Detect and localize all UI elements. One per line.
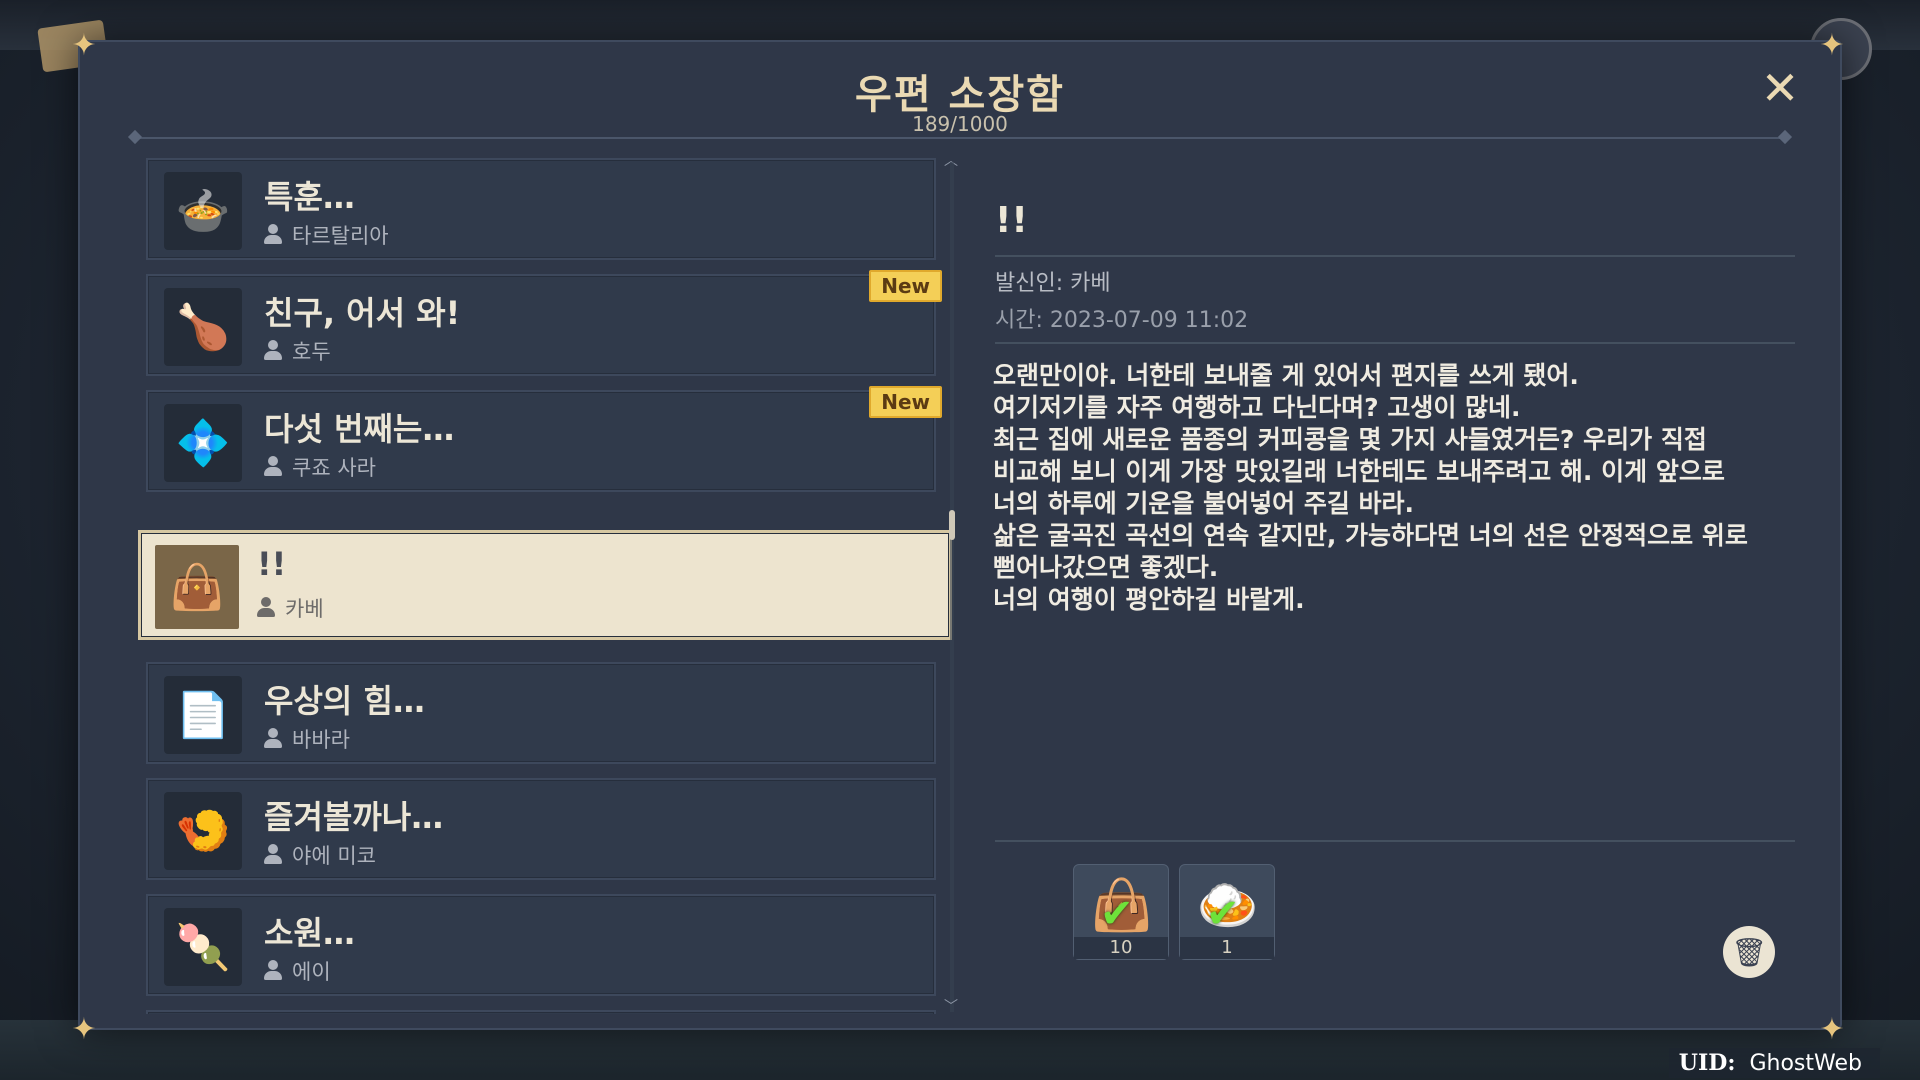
mail-title: 즐겨볼까나… (264, 798, 444, 836)
mail-title: 소원… (264, 914, 355, 952)
claimed-check-icon: ✔ (1100, 891, 1134, 937)
mail-count: 189/1000 (912, 112, 1008, 136)
header-divider (130, 137, 1790, 139)
seafood-soup-icon: 🍲 (164, 172, 242, 250)
mail-body-line: 너의 여행이 평안하길 바랄게. (993, 585, 1305, 614)
cloth-icon: 📄 (164, 676, 242, 754)
person-icon (264, 456, 282, 478)
list-scrollbar[interactable] (949, 162, 955, 1012)
mail-list-item[interactable]: 🍤 즐겨볼까나… 야에 미코 (146, 778, 936, 880)
mail-sender: 쿠죠 사라 (264, 452, 376, 482)
mail-sender: 바바라 (264, 724, 350, 754)
drumstick-icon: 🍗 (164, 288, 242, 366)
mail-time: 시간: 2023-07-09 11:02 (995, 308, 1249, 333)
mail-body-line: 여기저기를 자주 여행하고 다닌다며? 고생이 많네. (993, 393, 1521, 422)
attachment-item[interactable]: 🍛 ✔ 1 (1179, 864, 1275, 960)
mail-sender-name: 카베 (285, 597, 324, 621)
mail-body-line: 너의 하루에 기운을 불어넣어 주길 바라. (993, 489, 1415, 518)
corner-ornament-icon: ✦ (71, 28, 97, 63)
mail-sender: 타르탈리아 (264, 220, 389, 250)
mail-sender-name: 쿠죠 사라 (292, 456, 376, 480)
corner-ornament-icon: ✦ (1819, 28, 1845, 63)
mail-sender: 카베 (257, 593, 324, 623)
person-icon (264, 728, 282, 750)
person-icon (257, 597, 275, 619)
new-badge: New (869, 386, 942, 418)
mail-list-item[interactable]: 👜!! 카베 (138, 530, 952, 640)
mail-title: 특훈… (264, 178, 355, 216)
scroll-down-icon[interactable]: ﹀ (944, 996, 958, 1016)
mail-sender-name: 호두 (292, 340, 331, 364)
coffee-bean-sack-icon: 👜 (155, 545, 239, 629)
mail-list-item[interactable]: 🍗 친구, 어서 와! 호두 New (146, 270, 942, 376)
mail-body: 오랜만이야. 너한테 보내줄 게 있어서 편지를 쓰게 됐어. 여기저기를 자주… (993, 360, 1803, 616)
mail-sender-name: 에이 (292, 960, 331, 984)
corner-ornament-icon: ✦ (71, 1012, 97, 1047)
attachment-quantity: 1 (1180, 937, 1274, 959)
person-icon (264, 224, 282, 246)
close-icon[interactable]: ✕ (1758, 65, 1802, 111)
mail-body-line: 삶은 굴곡진 곡선의 연속 같지만, 가능하다면 너의 선은 안정적으로 위로 (993, 521, 1748, 550)
mail-sender-name: 야에 미코 (292, 844, 376, 868)
fried-tofu-icon: 🍤 (164, 792, 242, 870)
uid-value: GhostWeb (1749, 1051, 1862, 1076)
mail-subject: !! (995, 200, 1028, 241)
mail-sender-name: 타르탈리아 (292, 224, 389, 248)
detail-divider (995, 255, 1795, 257)
mail-body-line: 뻗어나갔으면 좋겠다. (993, 553, 1219, 582)
mail-body-line: 비교해 보니 이게 가장 맛있길래 너한테도 보내주려고 해. 이게 앞으로 (993, 457, 1725, 486)
mail-list-item[interactable]: 💠 다섯 번째는… 쿠죠 사라 New (146, 386, 942, 492)
mail-sender: 야에 미코 (264, 840, 376, 870)
mail-sender: 호두 (264, 336, 331, 366)
mail-body-line: 최근 집에 새로운 품종의 커피콩을 몇 가지 사들였거든? 우리가 직접 (993, 425, 1707, 454)
mail-list-item[interactable]: 🍲 특훈… 타르탈리아 (146, 158, 936, 260)
mail-panel: 우편 소장함 189/1000 ✕ 🍲 특훈… 타르탈리아 🍗 친구, 어서 와! 호두 N… (78, 40, 1842, 1030)
person-icon (264, 340, 282, 362)
attachment-quantity: 10 (1074, 937, 1168, 959)
mail-title: 다섯 번째는… (264, 410, 455, 448)
person-icon (264, 844, 282, 866)
mail-list-item[interactable]: 🍡 소원… 에이 (146, 894, 936, 996)
uid-prefix: UID: (1678, 1050, 1736, 1076)
attachment-item[interactable]: 👜 ✔ 10 (1073, 864, 1169, 960)
uid-label: UID: GhostWeb (1668, 1048, 1880, 1078)
detail-divider (995, 342, 1795, 344)
mail-list-item[interactable]: 🌿또 한 번의 식사 약속… (146, 1010, 936, 1014)
mail-sender: 에이 (264, 956, 331, 986)
mail-detail: !! 발신인: 카베 시간: 2023-07-09 11:02 오랜만이야. 너… (985, 150, 1805, 1020)
corner-ornament-icon: ✦ (1819, 1012, 1845, 1047)
attachment-divider (995, 840, 1795, 842)
mail-sender: 발신인: 카베 (995, 271, 1111, 296)
scrollbar-thumb[interactable] (949, 510, 955, 540)
new-badge: New (869, 270, 942, 302)
mail-title: 친구, 어서 와! (264, 294, 461, 332)
mail-title: 우상의 힘… (264, 682, 425, 720)
person-icon (264, 960, 282, 982)
dango-icon: 🍡 (164, 908, 242, 986)
trash-icon[interactable]: 🗑 (1723, 926, 1775, 978)
mail-body-line: 오랜만이야. 너한테 보내줄 게 있어서 편지를 쓰게 됐어. (993, 361, 1579, 390)
mail-title: !! (257, 545, 287, 583)
rune-stone-icon: 💠 (164, 404, 242, 482)
mail-sender-name: 바바라 (292, 728, 350, 752)
mail-list-item[interactable]: 📄 우상의 힘… 바바라 (146, 662, 936, 764)
claimed-check-icon: ✔ (1206, 891, 1240, 937)
mail-list: 🍲 특훈… 타르탈리아 🍗 친구, 어서 와! 호두 New 💠 다섯 번째는… 쿠죠 사라 New… (138, 150, 956, 1014)
